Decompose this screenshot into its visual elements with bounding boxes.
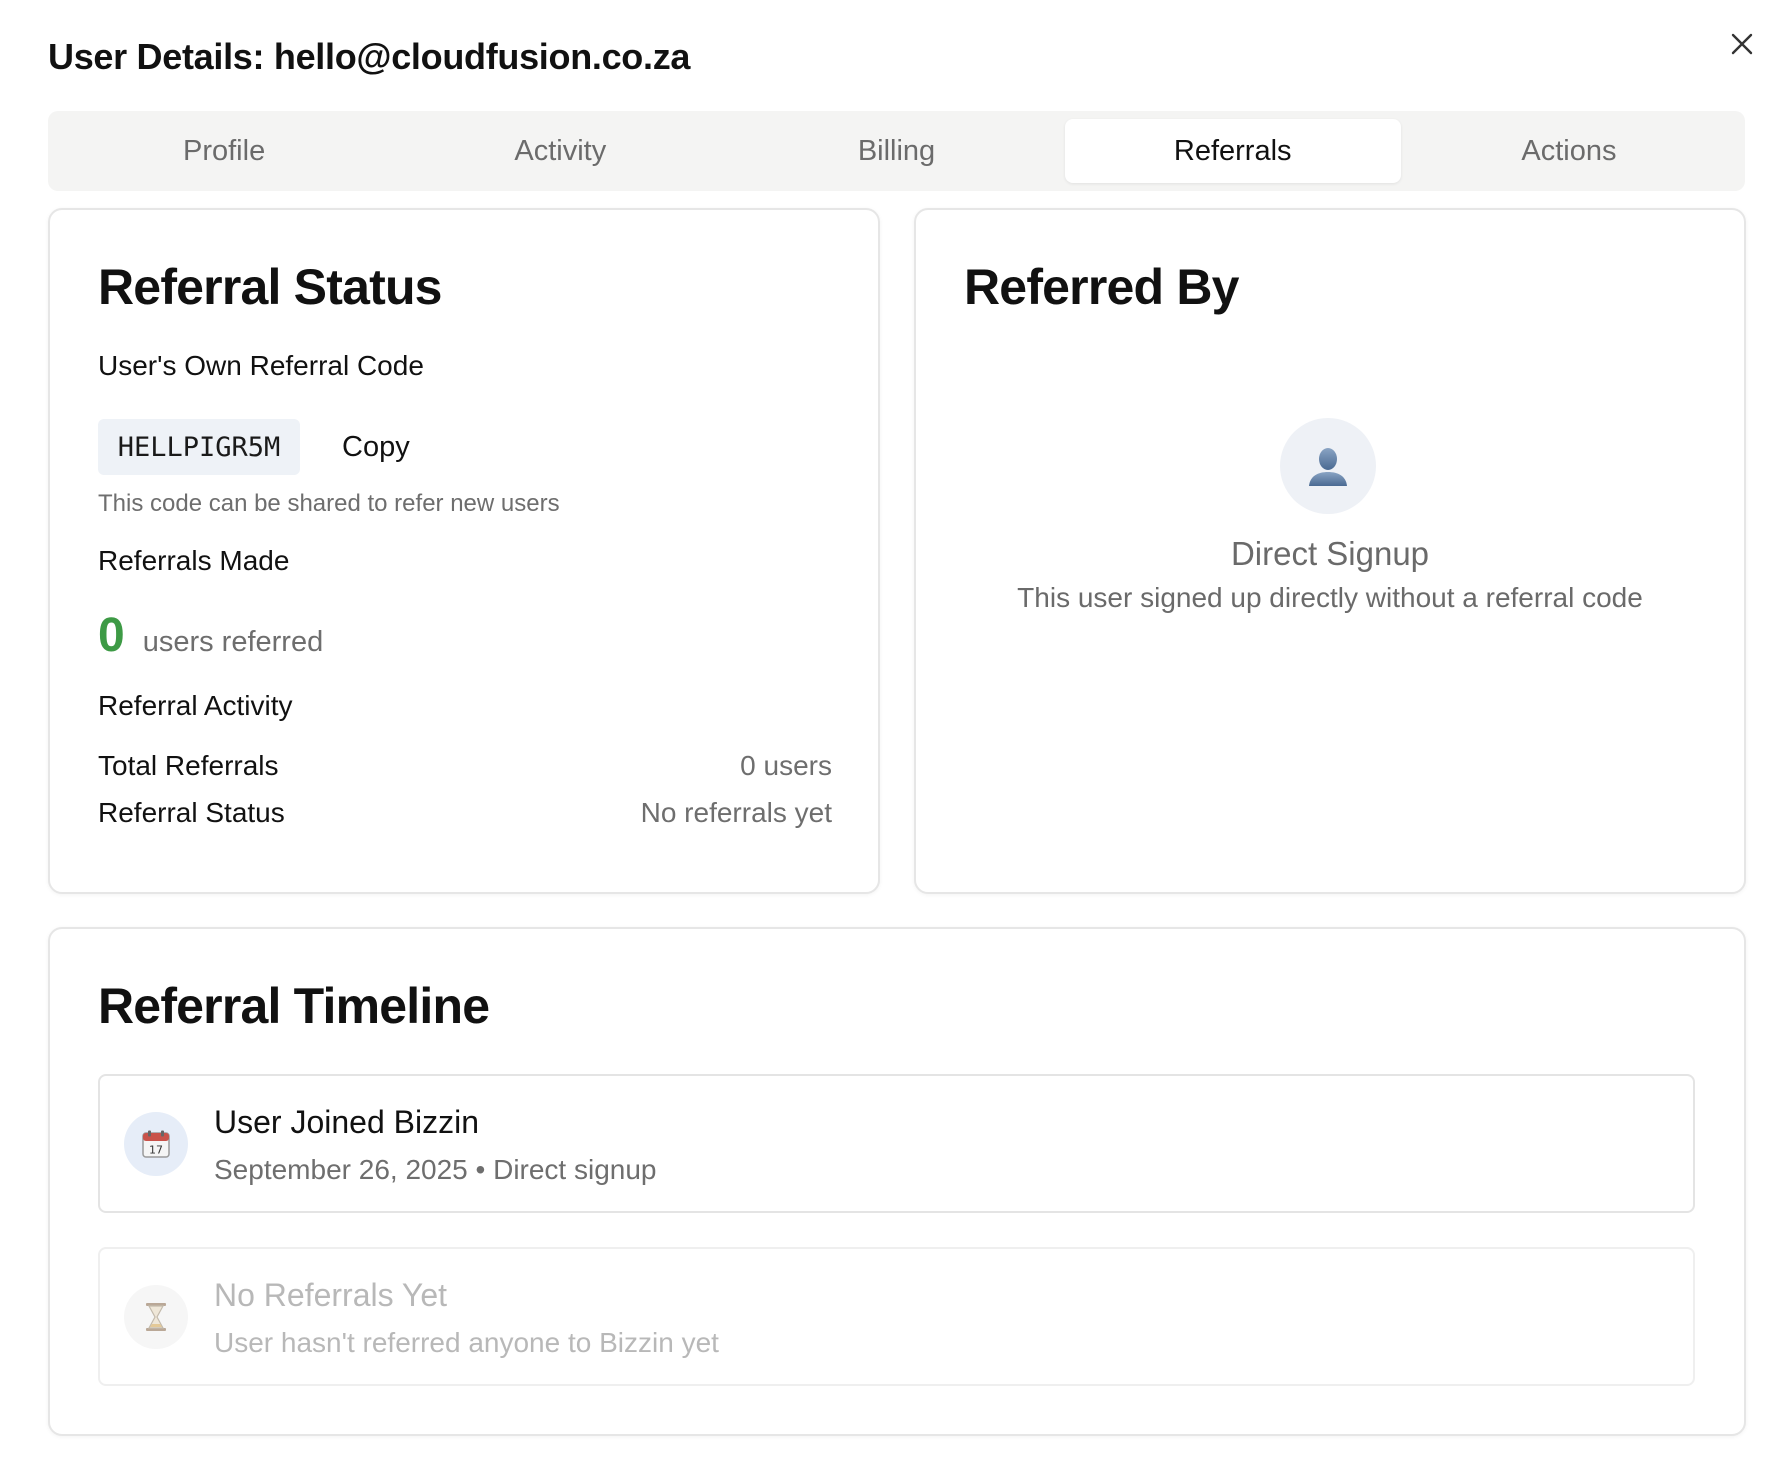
referrals-count-row: 0 users referred bbox=[98, 608, 323, 663]
total-referrals-row: Total Referrals 0 users bbox=[98, 750, 832, 782]
timeline-item-subtitle: User hasn't referred anyone to Bizzin ye… bbox=[214, 1327, 719, 1358]
close-icon bbox=[1731, 33, 1753, 55]
referred-by-description: This user signed up directly without a r… bbox=[1017, 582, 1643, 613]
tab-actions[interactable]: Actions bbox=[1401, 119, 1737, 183]
timeline-item-joined: 17 User Joined Bizzin September 26, 2025… bbox=[98, 1074, 1695, 1213]
timeline-item-no-referrals: No Referrals Yet User hasn't referred an… bbox=[98, 1247, 1695, 1386]
referral-activity-label: Referral Activity bbox=[98, 690, 293, 721]
referral-code-hint: This code can be shared to refer new use… bbox=[98, 490, 560, 517]
referral-status-value: No referrals yet bbox=[640, 797, 832, 828]
avatar bbox=[1280, 418, 1376, 514]
referral-code-value: HELLPIGR5M bbox=[98, 419, 300, 475]
referred-by-title: Referred By bbox=[964, 259, 1239, 315]
user-details-dialog: User Details: hello@cloudfusion.co.za Pr… bbox=[0, 0, 1768, 1468]
tab-referrals[interactable]: Referrals bbox=[1064, 119, 1401, 183]
referral-timeline-card: Referral Timeline 17 User Joined Bizzin … bbox=[48, 927, 1746, 1436]
person-silhouette-icon bbox=[1309, 448, 1347, 486]
timeline-item-title: User Joined Bizzin bbox=[214, 1104, 479, 1140]
tab-profile[interactable]: Profile bbox=[56, 119, 392, 183]
referral-status-title: Referral Status bbox=[98, 259, 443, 315]
referral-status-key: Referral Status bbox=[98, 797, 285, 828]
referrals-made-label: Referrals Made bbox=[98, 545, 290, 576]
referrals-count: 0 bbox=[98, 609, 125, 662]
timeline-item-title: No Referrals Yet bbox=[214, 1277, 448, 1313]
svg-text:17: 17 bbox=[149, 1144, 163, 1157]
referral-status-card: Referral Status User's Own Referral Code… bbox=[48, 208, 880, 894]
tab-billing[interactable]: Billing bbox=[728, 119, 1064, 183]
referral-status-row: Referral Status No referrals yet bbox=[98, 797, 832, 829]
copy-button[interactable]: Copy bbox=[338, 422, 414, 472]
calendar-icon: 17 bbox=[124, 1112, 188, 1176]
referrals-count-suffix: users referred bbox=[142, 626, 324, 658]
referred-by-status: Direct Signup bbox=[1230, 535, 1430, 572]
tab-activity[interactable]: Activity bbox=[392, 119, 728, 183]
timeline-item-subtitle: September 26, 2025 • Direct signup bbox=[214, 1154, 657, 1185]
total-referrals-value: 0 users bbox=[740, 750, 832, 781]
tab-bar: Profile Activity Billing Referrals Actio… bbox=[48, 111, 1745, 191]
total-referrals-key: Total Referrals bbox=[98, 750, 279, 781]
referral-timeline-title: Referral Timeline bbox=[98, 978, 490, 1034]
dialog-title: User Details: hello@cloudfusion.co.za bbox=[48, 36, 691, 77]
close-button[interactable] bbox=[1724, 26, 1760, 62]
hourglass-icon bbox=[124, 1285, 188, 1349]
own-referral-code-label: User's Own Referral Code bbox=[98, 350, 424, 381]
referred-by-card: Referred By Direct Signup This user sign… bbox=[914, 208, 1746, 894]
